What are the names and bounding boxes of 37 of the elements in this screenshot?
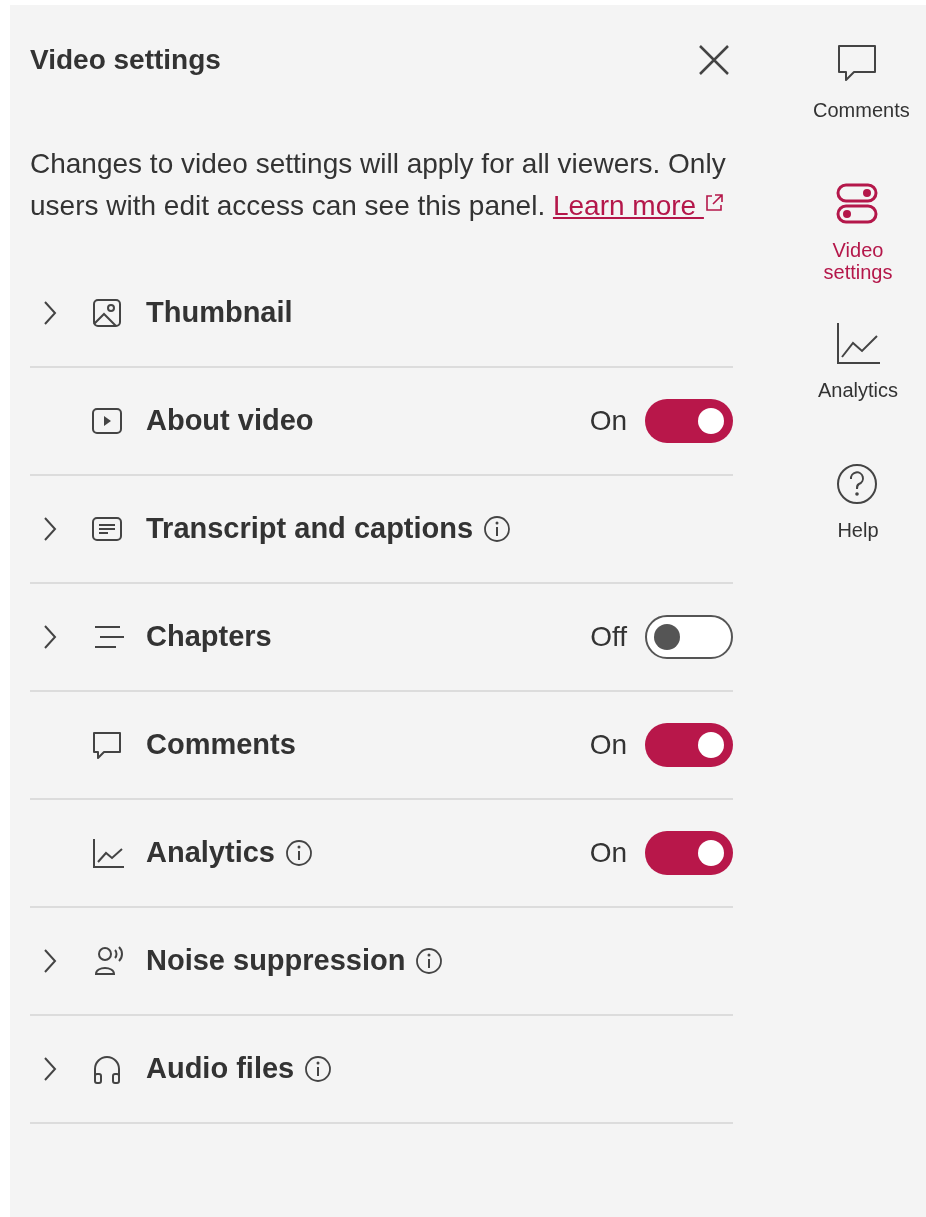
- setting-label: Chapters: [146, 619, 272, 655]
- setting-label: Noise suppression: [146, 943, 406, 979]
- panel-title: Video settings: [30, 43, 221, 77]
- info-icon[interactable]: [304, 1055, 333, 1083]
- chevron-right-icon[interactable]: [42, 516, 58, 542]
- rail-tab[interactable]: Comments: [803, 41, 913, 181]
- chevron-right-icon[interactable]: [42, 300, 58, 326]
- close-icon: [698, 44, 730, 76]
- setting-label: Thumbnail: [146, 295, 293, 331]
- line-chart-icon: [834, 321, 882, 367]
- toggle-state-label: On: [589, 836, 627, 870]
- toggle-state-label: Off: [590, 620, 627, 654]
- chevron-right-icon[interactable]: [42, 1056, 58, 1082]
- toggle-switch[interactable]: [645, 831, 733, 875]
- external-link-icon: [703, 193, 724, 213]
- toggle-state-label: On: [589, 728, 627, 762]
- chevron-right-icon[interactable]: [42, 948, 58, 974]
- setting-label: Audio files: [146, 1051, 295, 1087]
- setting-label: Comments: [146, 727, 296, 763]
- setting-label: About video: [146, 403, 314, 439]
- info-icon[interactable]: [483, 515, 512, 543]
- toggle-switch[interactable]: [645, 615, 733, 659]
- toggle-switch[interactable]: [645, 723, 733, 767]
- setting-label: Transcript and captions: [146, 511, 474, 547]
- chevron-right-icon[interactable]: [42, 624, 58, 650]
- rail-tab[interactable]: Video settings: [803, 181, 913, 321]
- panel-description: Changes to video settings will apply for all viewers. Only users with edit access can see this panel. Learn more: [30, 147, 727, 223]
- toggle-switch[interactable]: [645, 399, 733, 443]
- info-icon[interactable]: [415, 947, 444, 975]
- rail-tab[interactable]: Analytics: [803, 321, 913, 461]
- setting-label: Analytics: [146, 835, 275, 871]
- rail-tab[interactable]: Help: [803, 461, 913, 601]
- learn-more-link[interactable]: Learn more: [552, 190, 724, 221]
- close-button[interactable]: [697, 43, 731, 77]
- toggle-state-label: On: [589, 404, 627, 438]
- line-chart-icon: [90, 836, 126, 870]
- info-icon[interactable]: [284, 839, 313, 867]
